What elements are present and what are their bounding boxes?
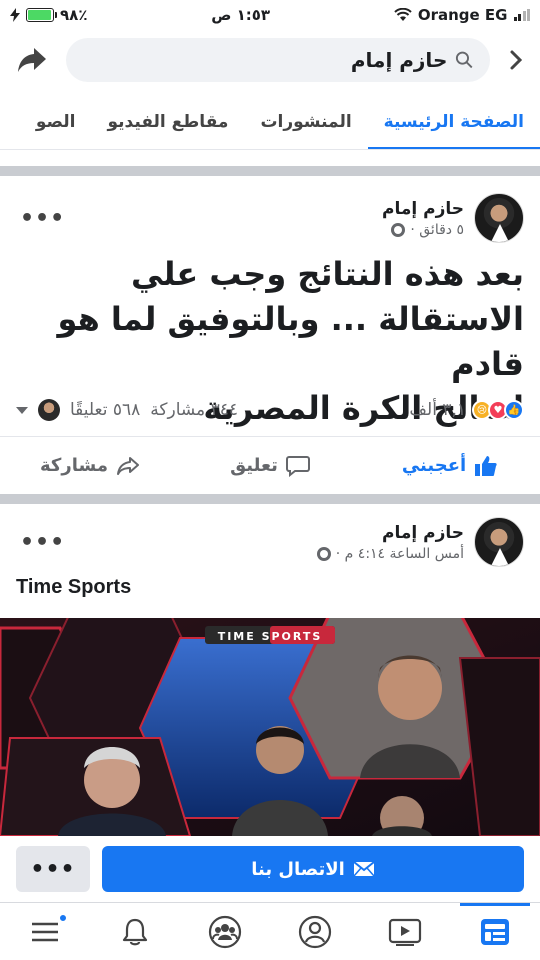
like-button[interactable]: أعجبني — [360, 437, 540, 494]
cta-more-button[interactable]: ••• — [16, 846, 90, 892]
post-time: أمس الساعة ٤:١٤ م · — [316, 545, 464, 562]
video-icon — [388, 918, 422, 946]
comment-button[interactable]: تعليق — [180, 437, 360, 494]
notification-dot — [58, 912, 68, 923]
like-reaction-icon: 👍 — [504, 400, 524, 420]
post-header: حازم إمام أمس الساعة ٤:١٤ م · ••• — [0, 510, 540, 574]
share-arrow-icon — [18, 48, 46, 72]
nav-profile[interactable] — [270, 903, 360, 960]
status-left: ٩٨٪ — [10, 6, 87, 24]
status-right: Orange EG — [394, 6, 530, 24]
like-label: أعجبني — [401, 455, 467, 476]
nav-notifications[interactable] — [90, 903, 180, 960]
post-text-line: الاستقالة ... وبالتوفيق لما هو قادم — [57, 299, 524, 383]
contact-us-label: الاتصال بنا — [251, 858, 345, 880]
post-text-line: بعد هذه النتائج وجب علي — [130, 255, 524, 293]
shares-count[interactable]: ٣٤٤ مشاركة — [150, 400, 238, 420]
post-author[interactable]: حازم إمام — [317, 523, 464, 543]
bell-icon — [122, 918, 148, 945]
search-icon — [456, 51, 473, 69]
post-author[interactable]: حازم إمام — [382, 199, 464, 219]
comment-icon — [285, 455, 310, 477]
comments-count[interactable]: ٥٦٨ تعليقًا — [70, 400, 140, 420]
signal-icon — [513, 9, 530, 21]
cta-bar: ••• الاتصال بنا — [0, 836, 540, 902]
bottom-nav — [0, 902, 540, 960]
share-label: مشاركة — [40, 455, 108, 476]
post-more-button[interactable]: ••• — [16, 202, 69, 235]
post-stats: 😢 ♥ 👍 ٣,١ ألف ٣٤٤ مشاركة ٥٦٨ تعليقًا — [0, 392, 540, 428]
post-time: ٥ دقائق · — [382, 222, 464, 238]
globe-icon — [316, 546, 331, 561]
nav-watch[interactable] — [360, 903, 450, 960]
tab-photos[interactable]: الصو — [20, 94, 92, 149]
carrier-name: Orange EG — [417, 6, 508, 24]
menu-icon — [32, 922, 58, 941]
reactions-count[interactable]: ٣,١ ألف — [409, 400, 466, 420]
search-box[interactable] — [66, 38, 490, 82]
media-graphic: TIME SPORTS — [0, 618, 540, 836]
post-header: حازم إمام ٥ دقائق · ••• — [0, 186, 540, 250]
commenter-avatar — [38, 399, 60, 421]
globe-icon — [391, 222, 406, 237]
back-button[interactable] — [504, 40, 528, 80]
comment-label: تعليق — [230, 455, 278, 476]
post-image[interactable]: TIME SPORTS — [0, 618, 540, 836]
battery-percent: ٩٨٪ — [60, 6, 88, 24]
stats-right: ٣٤٤ مشاركة ٥٦٨ تعليقًا — [16, 399, 238, 421]
thumbs-up-icon — [475, 455, 497, 476]
chevron-right-icon — [510, 50, 523, 70]
page-icon — [481, 918, 509, 945]
contact-us-button[interactable]: الاتصال بنا — [102, 846, 524, 892]
search-header — [0, 30, 540, 90]
charging-icon — [10, 8, 20, 22]
share-page-button[interactable] — [12, 40, 52, 80]
status-bar: ٩٨٪ ١:٥٣ ص Orange EG — [0, 0, 540, 30]
share-icon — [116, 456, 139, 475]
tab-videos[interactable]: مقاطع الفيديو — [92, 94, 245, 149]
tab-posts[interactable]: المنشورات — [244, 94, 367, 149]
post-actions: أعجبني تعليق مشاركة — [0, 436, 540, 494]
profile-icon — [298, 915, 332, 948]
search-input[interactable] — [82, 48, 448, 72]
post-meta: حازم إمام ٥ دقائق · — [382, 199, 464, 238]
post-time-text: أمس الساعة ٤:١٤ م · — [335, 545, 464, 562]
battery-icon — [26, 8, 57, 22]
section-divider — [0, 494, 540, 504]
reactions-summary[interactable]: 😢 ♥ 👍 — [472, 400, 524, 420]
groups-icon — [208, 915, 242, 948]
wifi-icon — [394, 8, 412, 21]
post-more-button[interactable]: ••• — [16, 526, 69, 559]
caret-down-icon[interactable] — [16, 406, 28, 414]
nav-pages[interactable] — [450, 902, 540, 960]
status-time: ١:٥٣ ص — [211, 6, 271, 24]
envelope-icon — [353, 861, 375, 877]
share-button[interactable]: مشاركة — [0, 437, 180, 494]
avatar[interactable] — [474, 517, 524, 567]
tab-home[interactable]: الصفحة الرئيسية — [367, 94, 540, 149]
nav-groups[interactable] — [180, 903, 270, 960]
post-time-text: ٥ دقائق · — [410, 221, 464, 238]
nav-menu[interactable] — [0, 903, 90, 960]
media-logo-text: TIME SPORTS — [218, 630, 323, 643]
section-divider — [0, 166, 540, 176]
post-meta: حازم إمام أمس الساعة ٤:١٤ م · — [316, 523, 464, 562]
page-tabs: الصفحة الرئيسية المنشورات مقاطع الفيديو … — [0, 94, 540, 150]
post-text: Time Sports — [16, 576, 132, 598]
avatar[interactable] — [474, 193, 524, 243]
